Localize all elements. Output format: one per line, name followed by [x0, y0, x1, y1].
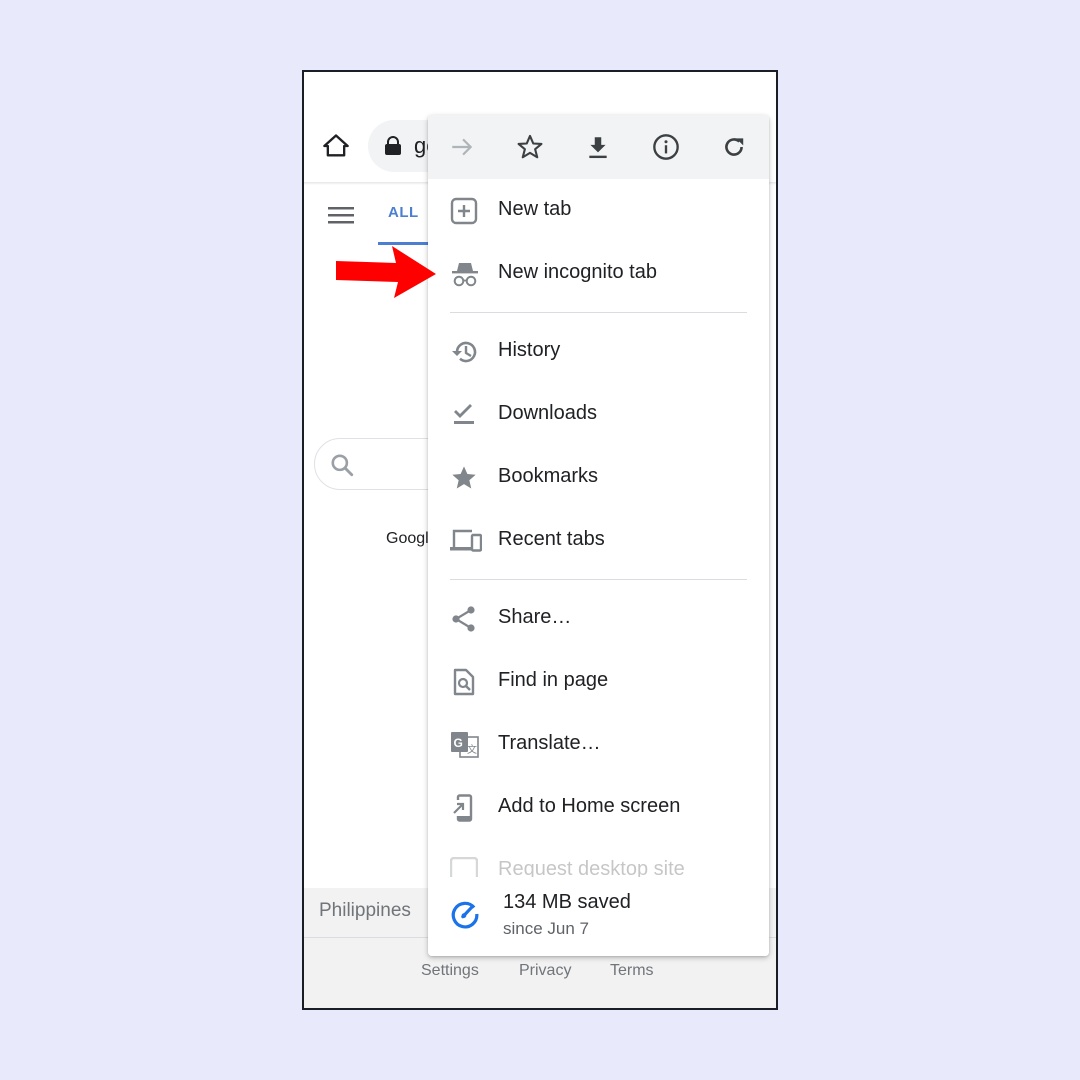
incognito-icon	[450, 260, 480, 288]
menu-item-label: Bookmarks	[498, 465, 599, 487]
menu-item-label: New incognito tab	[498, 261, 657, 283]
data-saved-since: since Jun 7	[503, 919, 589, 938]
menu-item-label: History	[498, 339, 561, 361]
menu-item-new-tab[interactable]: New tab	[428, 179, 769, 242]
menu-item-label: Add to Home screen	[498, 795, 681, 817]
google-offered-in-text: Googl	[386, 530, 429, 547]
country-label: Philippines	[319, 900, 411, 921]
menu-item-label: New tab	[498, 198, 572, 220]
menu-item-label: Downloads	[498, 402, 597, 424]
translate-icon: G文	[450, 731, 480, 759]
menu-item-recent-tabs[interactable]: Recent tabs	[428, 509, 769, 572]
annotation-arrow	[334, 244, 438, 300]
menu-item-label: Share…	[498, 606, 572, 628]
menu-item-history[interactable]: History	[428, 320, 769, 383]
history-icon	[450, 338, 480, 366]
footer-link-privacy[interactable]: Privacy	[519, 962, 571, 980]
data-saver-summary[interactable]: 134 MB saved since Jun 7	[428, 877, 769, 956]
devices-icon	[450, 527, 483, 555]
arrow-right-icon[interactable]	[446, 131, 478, 163]
tab-all[interactable]: ALL	[388, 204, 419, 221]
menu-item-label: Translate…	[498, 732, 601, 754]
find-in-page-icon	[450, 668, 480, 696]
menu-icon-bar	[428, 115, 769, 179]
home-icon[interactable]	[322, 132, 350, 160]
star-outline-icon[interactable]	[514, 131, 546, 163]
checkbox-icon	[449, 856, 480, 879]
speedometer-icon	[450, 899, 480, 929]
search-icon	[329, 452, 355, 478]
svg-text:文: 文	[467, 743, 477, 756]
menu-item-label: Recent tabs	[498, 528, 605, 550]
lock-icon	[384, 136, 402, 156]
menu-item-find-in-page[interactable]: Find in page	[428, 650, 769, 713]
svg-text:G: G	[454, 736, 463, 750]
menu-item-label: Request desktop site	[498, 858, 685, 879]
share-icon	[450, 605, 480, 633]
menu-item-translate[interactable]: G文 Translate…	[428, 713, 769, 776]
star-icon	[450, 464, 480, 492]
menu-item-label: Find in page	[498, 669, 609, 691]
chrome-overflow-menu: New tab New incognito tab History Downlo…	[428, 115, 769, 956]
reload-icon[interactable]	[718, 131, 750, 163]
menu-item-add-to-home-screen[interactable]: Add to Home screen	[428, 776, 769, 839]
info-icon[interactable]	[650, 131, 682, 163]
downloads-check-icon	[450, 401, 480, 429]
menu-item-share[interactable]: Share…	[428, 587, 769, 650]
menu-item-request-desktop-site[interactable]: Request desktop site	[428, 849, 769, 879]
download-icon[interactable]	[582, 131, 614, 163]
footer-link-settings[interactable]: Settings	[421, 962, 479, 980]
hamburger-menu-icon[interactable]	[328, 204, 354, 226]
add-to-home-icon	[450, 794, 480, 822]
menu-item-new-incognito-tab[interactable]: New incognito tab	[428, 242, 769, 305]
data-saved-amount: 134 MB saved	[503, 891, 631, 913]
menu-divider	[450, 312, 747, 313]
menu-item-bookmarks[interactable]: Bookmarks	[428, 446, 769, 509]
menu-item-downloads[interactable]: Downloads	[428, 383, 769, 446]
menu-divider	[450, 579, 747, 580]
footer-link-terms[interactable]: Terms	[610, 962, 654, 980]
new-tab-icon	[450, 197, 480, 225]
